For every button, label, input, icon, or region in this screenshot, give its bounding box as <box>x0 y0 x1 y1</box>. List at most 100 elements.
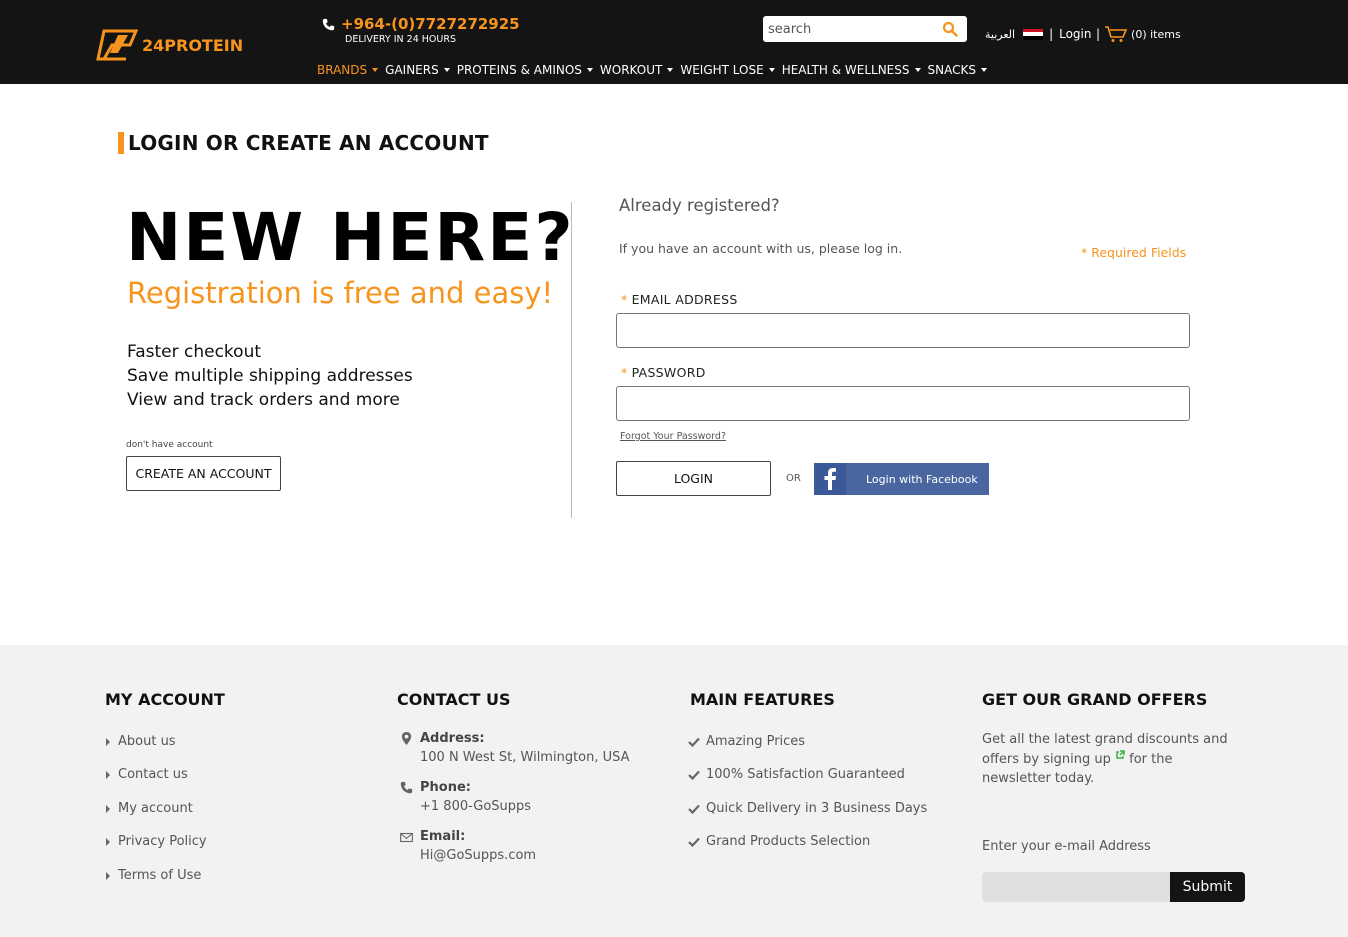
benefits-list: Faster checkout Save multiple shipping a… <box>127 340 413 412</box>
facebook-login-label: Login with Facebook <box>866 472 978 486</box>
search-icon[interactable] <box>942 21 958 37</box>
main-nav: BRANDS GAINERS PROTEINS & AMINOS WORKOUT… <box>317 63 994 77</box>
feature-label: Quick Delivery in 3 Business Days <box>706 801 928 816</box>
cart-icon <box>1105 26 1128 42</box>
nav-weight-lose[interactable]: WEIGHT LOSE <box>680 63 775 77</box>
email-label: * EMAIL ADDRESS <box>621 292 738 307</box>
email-label-text: EMAIL ADDRESS <box>631 292 738 307</box>
external-link-icon[interactable] <box>1115 749 1125 760</box>
facebook-login-button[interactable]: Login with Facebook <box>814 463 989 495</box>
iraq-flag-icon <box>1023 28 1044 40</box>
newsletter-email-input[interactable] <box>982 872 1172 902</box>
footer-link-privacy[interactable]: Privacy Policy <box>106 834 207 849</box>
nav-label: PROTEINS & AMINOS <box>456 63 582 77</box>
site-footer: MY ACCOUNT About us Contact us My accoun… <box>0 645 1348 937</box>
new-here-headline: NEW HERE? <box>126 199 575 276</box>
language-label[interactable]: العربية <box>985 28 1015 41</box>
create-account-button[interactable]: CREATE AN ACCOUNT <box>126 456 281 491</box>
facebook-icon <box>814 463 846 495</box>
site-header: 24PROTEIN +964-(0)7727272925 DELIVERY IN… <box>0 0 1348 84</box>
forgot-password-link[interactable]: Forgot Your Password? <box>620 431 726 442</box>
footer-link-label: Privacy Policy <box>118 834 207 849</box>
benefit-item: Save multiple shipping addresses <box>127 366 413 386</box>
contact-address-label: Address: <box>420 731 485 746</box>
check-icon <box>688 804 700 814</box>
nav-brands[interactable]: BRANDS <box>317 63 379 77</box>
footer-contact-heading: CONTACT US <box>397 690 511 709</box>
footer-link-label: My account <box>118 801 193 816</box>
footer-link-label: About us <box>118 734 176 749</box>
contact-phone[interactable]: +1 800-GoSupps <box>420 799 531 814</box>
phone-icon <box>400 781 413 794</box>
language-switch[interactable]: العربية | Login <box>985 27 1091 41</box>
caret-down-icon <box>667 68 674 72</box>
login-intro: If you have an account with us, please l… <box>619 241 903 256</box>
caret-right-icon <box>106 737 110 746</box>
newsletter-submit-button[interactable]: Submit <box>1170 872 1245 902</box>
feature-label: Amazing Prices <box>706 734 806 749</box>
nav-health-wellness[interactable]: HEALTH & WELLNESS <box>782 63 921 77</box>
contact-address: 100 N West St, Wilmington, USA <box>420 750 630 765</box>
email-field[interactable] <box>616 313 1190 348</box>
footer-link-label: Contact us <box>118 767 188 782</box>
contact-email[interactable]: Hi@GoSupps.com <box>420 848 536 863</box>
caret-down-icon <box>372 68 379 72</box>
required-star: * <box>621 292 628 307</box>
offers-text: Get all the latest grand discounts and o… <box>982 730 1242 789</box>
facebook-f-icon <box>824 468 836 490</box>
nav-label: WEIGHT LOSE <box>680 63 764 77</box>
contact-phone-label: Phone: <box>420 780 471 795</box>
search-input[interactable] <box>768 18 938 40</box>
header-phone: +964-(0)7727272925 DELIVERY IN 24 HOURS <box>322 15 520 45</box>
login-heading: Already registered? <box>619 196 780 215</box>
header-login-link[interactable]: Login <box>1059 27 1091 41</box>
caret-right-icon <box>106 837 110 846</box>
cart-count[interactable]: (0) items <box>1131 28 1181 41</box>
cart[interactable]: | (0) items <box>1096 25 1181 43</box>
required-star: * <box>621 365 628 380</box>
page-title: LOGIN OR CREATE AN ACCOUNT <box>118 131 489 155</box>
feature-item: Amazing Prices <box>688 734 805 749</box>
logo-text: 24PROTEIN <box>142 35 244 55</box>
phone-number[interactable]: +964-(0)7727272925 <box>341 15 520 33</box>
footer-link-terms[interactable]: Terms of Use <box>106 868 201 883</box>
caret-down-icon <box>980 68 987 72</box>
caret-down-icon <box>768 68 775 72</box>
delivery-note: DELIVERY IN 24 HOURS <box>345 34 456 45</box>
nav-gainers[interactable]: GAINERS <box>385 63 450 77</box>
check-icon <box>688 837 700 847</box>
password-field[interactable] <box>616 386 1190 421</box>
caret-down-icon <box>443 68 450 72</box>
nav-label: SNACKS <box>927 63 976 77</box>
caret-right-icon <box>106 871 110 880</box>
footer-link-my-account[interactable]: My account <box>106 801 193 816</box>
caret-down-icon <box>586 68 593 72</box>
site-logo[interactable]: 24PROTEIN <box>96 27 243 63</box>
login-button[interactable]: LOGIN <box>616 461 771 496</box>
offers-text-before: Get all the latest grand discounts and o… <box>982 732 1228 767</box>
logo-icon <box>96 29 139 61</box>
benefit-item: View and track orders and more <box>127 390 400 410</box>
column-divider <box>571 202 572 518</box>
map-marker-icon <box>401 732 412 745</box>
footer-features-heading: MAIN FEATURES <box>690 690 835 709</box>
search-box <box>763 16 967 42</box>
separator: | <box>1096 27 1101 41</box>
nav-label: WORKOUT <box>599 63 663 77</box>
footer-link-about[interactable]: About us <box>106 734 176 749</box>
nav-snacks[interactable]: SNACKS <box>928 63 987 77</box>
nav-proteins-aminos[interactable]: PROTEINS & AMINOS <box>457 63 593 77</box>
phone-icon <box>322 18 335 30</box>
password-label: * PASSWORD <box>621 365 706 380</box>
footer-link-contact[interactable]: Contact us <box>106 767 188 782</box>
footer-my-account-heading: MY ACCOUNT <box>105 690 225 709</box>
email-label: Email: <box>420 829 466 844</box>
envelope-icon <box>400 832 413 843</box>
title-accent-bar <box>118 132 124 154</box>
caret-right-icon <box>106 804 110 813</box>
feature-label: 100% Satisfaction Guaranteed <box>706 767 905 782</box>
nav-workout[interactable]: WORKOUT <box>599 63 674 77</box>
contact-email-label: Email: <box>420 829 465 844</box>
page-title-text: LOGIN OR CREATE AN ACCOUNT <box>128 131 489 155</box>
caret-down-icon <box>914 68 921 72</box>
